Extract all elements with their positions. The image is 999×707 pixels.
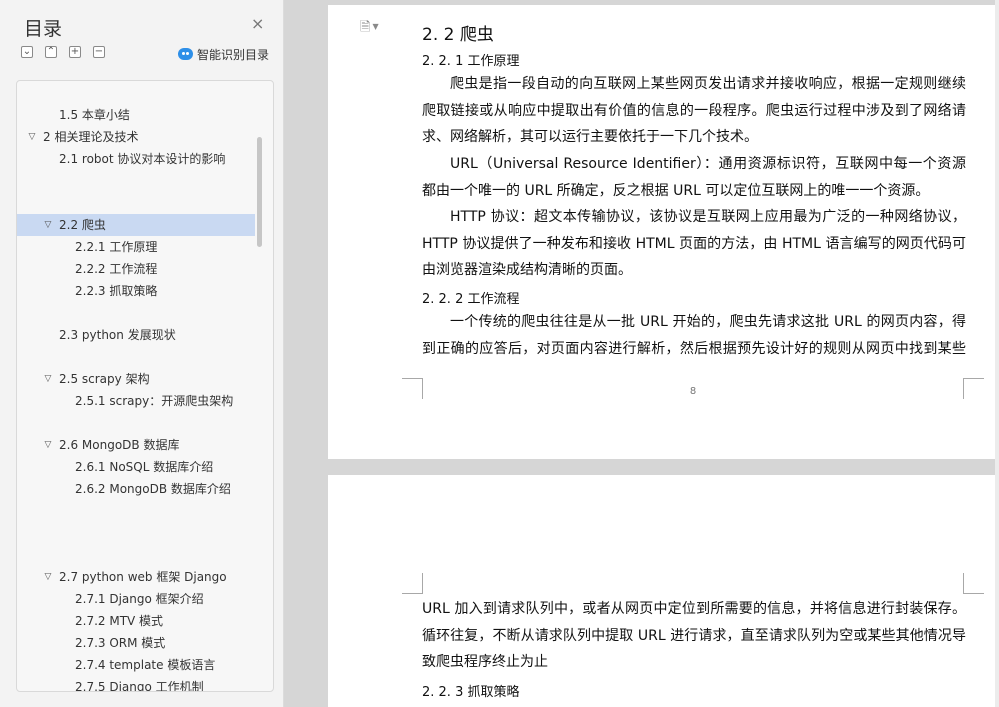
toc-item[interactable]: 2.6.1 NoSQL 数据库介绍 [17,456,255,478]
page: 🗎 ▼ 2. 2 爬虫 2. 2. 1 工作原理 爬虫是指一段自动的向互联网上某些… [328,5,999,459]
page-number: 8 [689,386,697,397]
smart-toc-icon [178,48,193,60]
toc-item-label: 2.2.1 工作原理 [75,240,158,254]
document-menu-button[interactable]: 🗎 ▼ [360,18,379,40]
subsection-heading: 2. 2. 1 工作原理 [422,54,520,69]
add-level-icon[interactable]: + [69,46,81,58]
toc-item[interactable]: 2.7.2 MTV 模式 [17,610,255,632]
toc-item-label: 2.6.1 NoSQL 数据库介绍 [75,460,214,474]
paragraph: URL 加入到请求队列中，或者从网页中定位到所需要的信息，并将信息进行封装保存。… [422,601,966,671]
toc-list: 1.5 本章小结 ▽ 2 相关理论及技术 2.1 robot 协议对本设计的影响 … [16,80,274,692]
paragraph: URL（Universal Resource Identifier）：通用资源标… [422,156,966,199]
collapse-all-icon[interactable]: ⌄ [21,46,33,58]
paragraph: HTTP 协议：超文本传输协议，该协议是互联网上应用最为广泛的一种网络协议，HT… [422,209,966,279]
toc-item-label: 2.7.1 Django 框架介绍 [75,592,204,606]
toc-scrollbar[interactable] [257,137,262,247]
margin-mark [402,378,423,399]
toc-item[interactable]: 2.7.5 Django 工作机制 [17,676,255,692]
document-icon: 🗎 [360,20,371,35]
margin-mark [963,378,984,399]
document-scrollbar[interactable] [995,0,999,707]
smart-toc-label: 智能识别目录 [197,48,270,62]
chevron-down-icon[interactable]: ▽ [42,368,54,390]
toc-item[interactable]: ▽ 2.7 python web 框架 Django [17,566,255,588]
toc-item[interactable]: ▽ 2 相关理论及技术 [17,126,255,148]
toc-item-label: 2.5 scrapy 架构 [59,372,150,386]
page: URL 加入到请求队列中，或者从网页中定位到所需要的信息，并将信息进行封装保存。… [328,475,999,707]
toc-item-label: 2.6.2 MongoDB 数据库介绍 [75,482,231,496]
sidebar-title: 目录 [24,18,63,40]
chevron-down-icon: ▼ [372,22,379,31]
chevron-down-icon[interactable]: ▽ [42,214,54,236]
toc-item-label: 2.2.3 抓取策略 [75,284,158,298]
section-heading: 2. 2 爬虫 [422,25,494,45]
toc-item-label: 2.7.3 ORM 模式 [75,636,166,650]
paragraph: 一个传统的爬虫往往是从一批 URL 开始的，爬虫先请求这批 URL 的网页内容，… [422,314,966,357]
toc-item-label: 2.1 robot 协议对本设计的影响 [59,152,226,166]
toc-item-label: 2 相关理论及技术 [43,130,139,144]
toc-item-label: 2.3 python 发展现状 [59,328,176,342]
toc-item-label: 2.7.5 Django 工作机制 [75,680,204,692]
toc-item-label: 2.7 python web 框架 Django [59,570,227,584]
margin-mark [402,573,423,594]
subsection-heading: 2. 2. 3 抓取策略 [422,685,520,700]
toc-item[interactable]: 1.5 本章小结 [17,104,255,126]
toc-item[interactable]: 2.2.1 工作原理 [17,236,255,258]
toc-item-label: 2.2.2 工作流程 [75,262,158,276]
remove-level-icon[interactable]: − [93,46,105,58]
toc-item-label: 1.5 本章小结 [59,108,130,122]
toc-item[interactable]: 2.6.2 MongoDB 数据库介绍 [17,478,255,500]
paragraph: 爬虫是指一段自动的向互联网上某些网页发出请求并接收响应，根据一定规则继续爬取链接… [422,76,966,146]
toc-item-label: 2.5.1 scrapy：开源爬虫架构 [75,394,234,408]
margin-mark [963,573,984,594]
toc-item[interactable]: 2.2.2 工作流程 [17,258,255,280]
chevron-down-icon[interactable]: ▽ [26,126,38,148]
toc-item[interactable]: ▽ 2.5 scrapy 架构 [17,368,255,390]
toc-item[interactable]: 2.7.1 Django 框架介绍 [17,588,255,610]
toc-item[interactable]: 2.3 python 发展现状 [17,324,255,346]
toc-item[interactable]: 2.5.1 scrapy：开源爬虫架构 [17,390,255,412]
toc-item[interactable]: 2.7.3 ORM 模式 [17,632,255,654]
expand-all-icon[interactable]: ⌃ [45,46,57,58]
chevron-down-icon[interactable]: ▽ [42,566,54,588]
close-icon[interactable]: × [251,16,264,32]
toc-item-label: 2.7.2 MTV 模式 [75,614,164,628]
toc-item[interactable]: 2.2.3 抓取策略 [17,280,255,302]
subsection-heading: 2. 2. 2 工作流程 [422,292,520,307]
toc-item[interactable]: 2.7.4 template 模板语言 [17,654,255,676]
toc-sidebar: 目录 × ⌄ ⌃ + − 智能识别目录 1.5 本章小结 ▽ 2 相关理论及技术 … [0,0,284,707]
document-area: 🗎 ▼ 2. 2 爬虫 2. 2. 1 工作原理 爬虫是指一段自动的向互联网上某些… [328,0,999,707]
toc-item[interactable]: 2.1 robot 协议对本设计的影响 [17,148,255,170]
toc-item-selected[interactable]: ▽ 2.2 爬虫 [17,214,255,236]
toc-item-label: 2.7.4 template 模板语言 [75,658,216,672]
toc-item-label: 2.6 MongoDB 数据库 [59,438,180,452]
chevron-down-icon[interactable]: ▽ [42,434,54,456]
toc-item-label: 2.2 爬虫 [59,218,106,232]
smart-toc-button[interactable]: 智能识别目录 [178,46,269,63]
toc-item[interactable]: ▽ 2.6 MongoDB 数据库 [17,434,255,456]
